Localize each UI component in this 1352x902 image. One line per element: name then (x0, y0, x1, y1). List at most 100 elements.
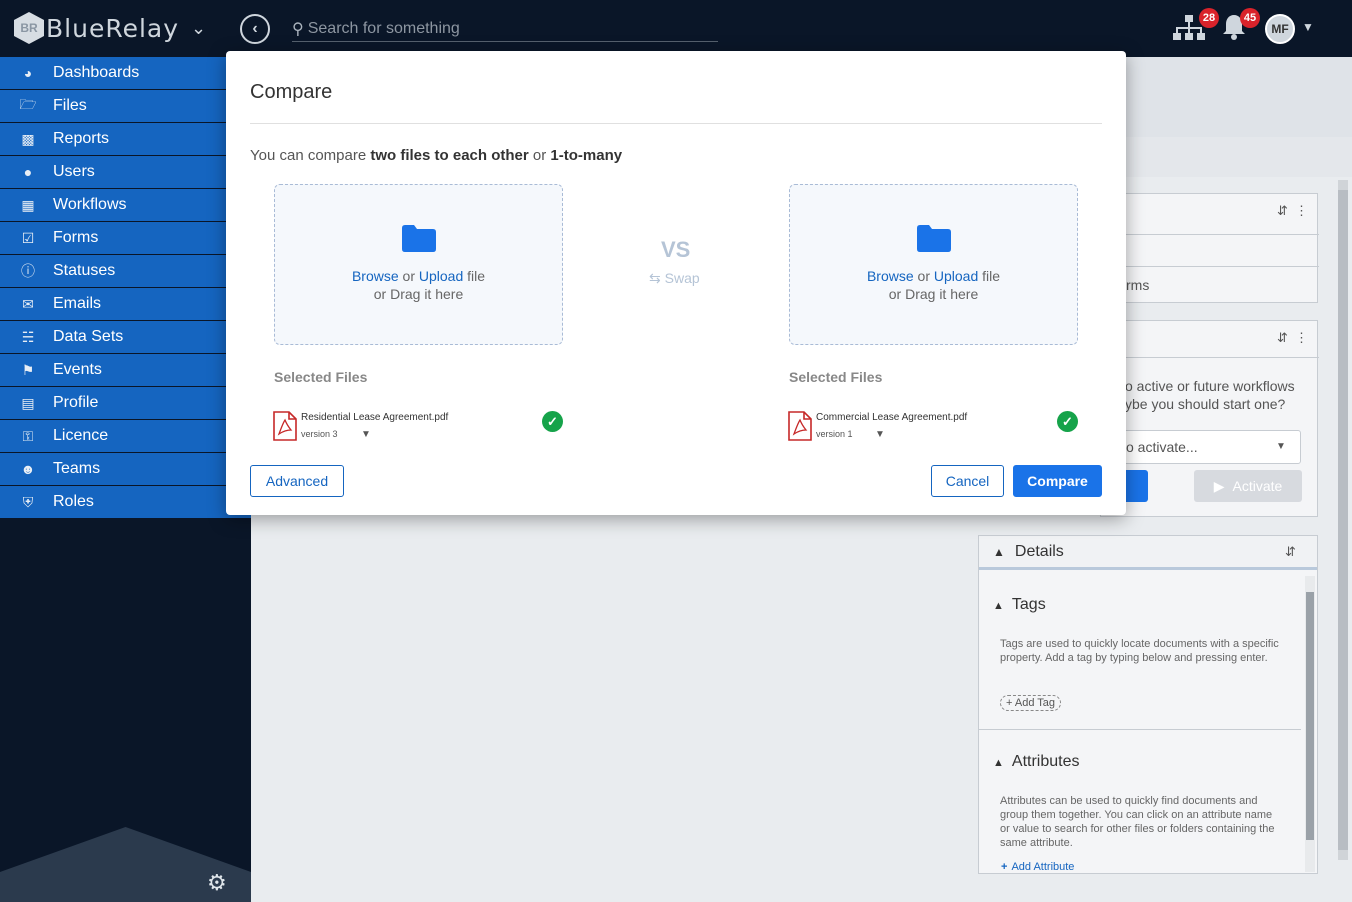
back-button[interactable]: ‹ (240, 14, 270, 44)
sidebar-item-workflows[interactable]: ▦ Workflows (0, 189, 251, 222)
modal-divider (250, 123, 1102, 124)
details-header[interactable]: ▲ Details ⇵ (979, 536, 1317, 570)
envelope-icon: ✉ (22, 295, 34, 312)
sort-icon[interactable]: ⇵ (1277, 203, 1288, 219)
file-name: Residential Lease Agreement.pdf (301, 412, 449, 423)
dashboard-icon: ◕ (23, 65, 33, 81)
tags-title[interactable]: ▲ Tags (993, 596, 1046, 614)
chevron-up-icon: ▲ (993, 600, 1004, 612)
sidebar-item-reports[interactable]: ▩ Reports (0, 123, 251, 156)
caret-down-icon[interactable]: ▼ (875, 429, 885, 440)
modal-description: You can compare two files to each other … (250, 147, 622, 164)
add-attribute-label: Add Attribute (1011, 861, 1075, 873)
sidebar-item-data-sets[interactable]: ☵ Data Sets (0, 321, 251, 354)
activate-label: Activate (1232, 478, 1283, 494)
sidebar-item-teams[interactable]: ☻ Teams (0, 453, 251, 486)
swap-icon: ⇆ (649, 270, 661, 286)
sidebar-item-label: Roles (53, 493, 94, 510)
details-panel: ▲ Details ⇵ ▲ Tags Tags are used to quick… (978, 535, 1318, 874)
sidebar-item-profile[interactable]: ▤ Profile (0, 387, 251, 420)
sidebar-item-roles[interactable]: ⛨ Roles (0, 486, 251, 519)
add-attribute-link[interactable]: + Add Attribute (1001, 861, 1074, 873)
chevron-down-icon[interactable]: ⌄ (191, 18, 206, 39)
desc-text: or (528, 147, 551, 164)
sidebar-item-dashboards[interactable]: ◕ Dashboards (0, 57, 251, 90)
forms-text: rms (1126, 277, 1150, 293)
upload-link[interactable]: Upload (934, 268, 978, 284)
attributes-title-text: Attributes (1011, 753, 1080, 770)
file-text: file (463, 268, 486, 284)
details-title: Details (1014, 542, 1064, 560)
caret-down-icon[interactable]: ▼ (361, 429, 371, 440)
workflow-select-value: o activate... (1126, 439, 1198, 455)
sitemap-icon: ▦ (21, 196, 35, 213)
attributes-title[interactable]: ▲ Attributes (993, 753, 1079, 771)
sidebar-item-label: Users (53, 163, 95, 180)
notification-badge: 45 (1240, 8, 1260, 28)
forms-panel: ⇵ ⋮ rms (1100, 193, 1319, 303)
search-input[interactable] (307, 19, 708, 38)
left-file-dropzone[interactable]: Browse or Upload file or Drag it here (274, 184, 563, 345)
cancel-button[interactable]: Cancel (931, 465, 1004, 497)
plus-icon: + (1001, 861, 1008, 873)
tags-description: Tags are used to quickly locate document… (1000, 638, 1279, 664)
more-icon[interactable]: ⋮ (1295, 330, 1308, 346)
sort-icon[interactable]: ⇵ (1285, 544, 1296, 560)
divider (979, 729, 1301, 730)
folder-icon (401, 225, 436, 252)
pdf-icon (273, 411, 297, 441)
sidebar-item-events[interactable]: ⚑ Events (0, 354, 251, 387)
sidebar-item-label: Forms (53, 229, 99, 246)
upload-link[interactable]: Upload (419, 268, 463, 284)
browse-link[interactable]: Browse (352, 268, 399, 284)
sidebar-item-licence[interactable]: ⚿ Licence (0, 420, 251, 453)
version-select[interactable]: version 1 (816, 429, 853, 439)
or-text: or (398, 268, 419, 284)
id-card-icon: ▤ (21, 394, 35, 411)
right-file-dropzone[interactable]: Browse or Upload file or Drag it here (789, 184, 1078, 345)
sidebar-item-label: Events (53, 361, 102, 378)
logo-mark: BR (14, 12, 44, 44)
activate-button[interactable]: ▶ Activate (1194, 470, 1302, 502)
more-icon[interactable]: ⋮ (1295, 203, 1308, 219)
workflow-notifications-button[interactable]: 28 (1173, 8, 1219, 49)
sidebar-item-forms[interactable]: ☑ Forms (0, 222, 251, 255)
swap-button[interactable]: ⇆ Swap (649, 270, 700, 287)
sort-icon[interactable]: ⇵ (1277, 330, 1288, 346)
caret-down-icon: ▼ (1276, 441, 1286, 452)
dropzone-line1: Browse or Upload file (790, 268, 1077, 284)
sidebar-item-users[interactable]: ● Users (0, 156, 251, 189)
file-name: Commercial Lease Agreement.pdf (816, 412, 968, 423)
version-select[interactable]: version 3 (301, 429, 338, 439)
sidebar-item-label: Teams (53, 460, 101, 477)
workflow-select[interactable]: o activate... ▼ (1101, 430, 1301, 464)
sidebar-item-files[interactable]: 🗁 Files (0, 90, 251, 123)
sidebar-item-label: Reports (53, 130, 110, 147)
selected-files-label-right: Selected Files (789, 369, 883, 385)
sidebar-item-label: Dashboards (53, 64, 140, 81)
info-icon: ⓘ (21, 263, 35, 279)
checkbox-icon: ☑ (21, 229, 35, 246)
caret-down-icon[interactable]: ▼ (1302, 20, 1314, 34)
workflows-panel: ⇵ ⋮ o active or future workflows ybe you… (1100, 320, 1319, 517)
search-bar[interactable]: ⚲ (292, 16, 718, 42)
details-scroll-thumb[interactable] (1306, 592, 1314, 840)
sidebar-item-statuses[interactable]: ⓘ Statuses (0, 255, 251, 288)
users-icon: ☻ (20, 461, 36, 477)
check-circle-icon: ✓ (1057, 411, 1078, 432)
check-circle-icon: ✓ (542, 411, 563, 432)
avatar[interactable]: MF (1265, 14, 1295, 44)
gear-icon[interactable]: ⚙ (207, 870, 227, 896)
compare-button[interactable]: Compare (1013, 465, 1102, 497)
main-scroll-thumb[interactable] (1338, 190, 1348, 850)
flag-icon: ⚑ (21, 361, 35, 378)
browse-link[interactable]: Browse (867, 268, 914, 284)
add-tag-button[interactable]: + Add Tag (1000, 695, 1062, 711)
notifications-button[interactable]: 45 (1222, 8, 1260, 47)
advanced-button[interactable]: Advanced (250, 465, 344, 497)
shield-icon: ⛨ (22, 493, 34, 510)
sidebar-item-emails[interactable]: ✉ Emails (0, 288, 251, 321)
logo[interactable]: BR BlueRelay ⌄ (14, 12, 206, 44)
sidebar-item-label: Data Sets (53, 328, 124, 345)
dropzone-line1: Browse or Upload file (275, 268, 562, 284)
